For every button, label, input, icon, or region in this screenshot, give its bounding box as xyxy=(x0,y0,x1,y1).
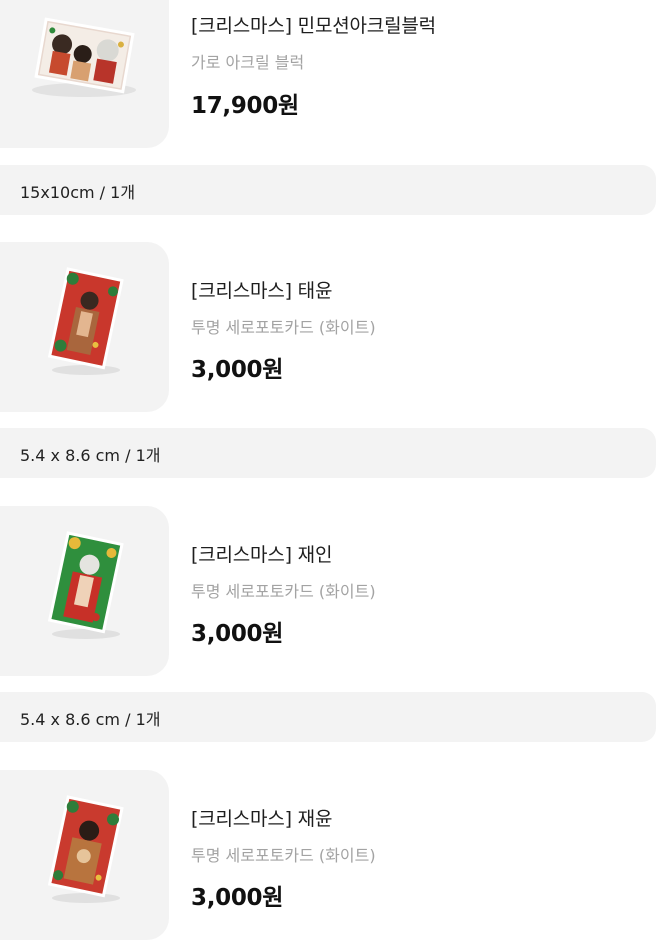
option-bar: 5.4 x 8.6 cm / 1개 xyxy=(0,692,656,742)
product-thumbnail[interactable] xyxy=(0,0,169,148)
product-thumbnail[interactable] xyxy=(0,242,169,412)
product-item[interactable]: [크리스마스] 태윤 투명 세로포토카드 (화이트) 3,000원 xyxy=(0,242,656,412)
product-title[interactable]: [크리스마스] 태윤 xyxy=(191,276,332,303)
product-subtitle: 투명 세로포토카드 (화이트) xyxy=(191,318,376,337)
product-item[interactable]: [크리스마스] 재인 투명 세로포토카드 (화이트) 3,000원 xyxy=(0,506,656,676)
product-price: 3,000원 xyxy=(191,357,284,383)
product-thumbnail[interactable] xyxy=(0,506,169,676)
photocard-jaeyun-image xyxy=(47,795,124,903)
option-bar: 5.4 x 8.6 cm / 1개 xyxy=(0,428,656,478)
product-price: 3,000원 xyxy=(191,621,284,647)
product-item[interactable]: [크리스마스] 민모션아크릴블럭 가로 아크릴 블럭 17,900원 xyxy=(0,0,656,148)
product-subtitle: 가로 아크릴 블럭 xyxy=(191,53,305,72)
product-price: 3,000원 xyxy=(191,885,284,911)
product-price: 17,900원 xyxy=(191,93,299,119)
option-text: 5.4 x 8.6 cm / 1개 xyxy=(20,710,161,729)
option-text: 15x10cm / 1개 xyxy=(20,183,136,202)
product-item[interactable]: [크리스마스] 재윤 투명 세로포토카드 (화이트) 3,000원 xyxy=(0,770,656,940)
product-subtitle: 투명 세로포토카드 (화이트) xyxy=(191,582,376,601)
product-thumbnail[interactable] xyxy=(0,770,169,940)
photocard-jaein-image xyxy=(47,531,124,639)
photocard-taeyun-image xyxy=(47,267,124,375)
product-title[interactable]: [크리스마스] 민모션아크릴블럭 xyxy=(191,11,436,38)
acrylic-block-image xyxy=(32,17,136,97)
option-text: 5.4 x 8.6 cm / 1개 xyxy=(20,446,161,465)
product-title[interactable]: [크리스마스] 재윤 xyxy=(191,804,332,831)
option-bar: 15x10cm / 1개 xyxy=(0,165,656,215)
product-subtitle: 투명 세로포토카드 (화이트) xyxy=(191,846,376,865)
product-title[interactable]: [크리스마스] 재인 xyxy=(191,540,332,567)
